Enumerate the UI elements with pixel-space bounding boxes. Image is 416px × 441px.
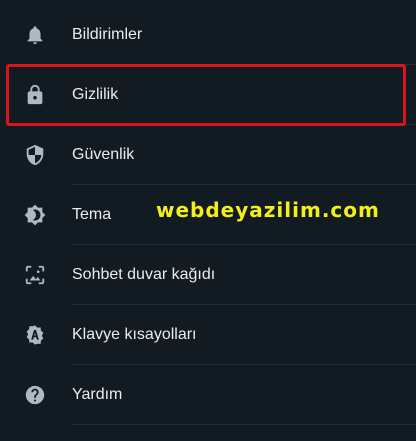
wallpaper-icon [24,264,46,286]
menu-item-label: Güvenlik [72,146,135,163]
help-icon [24,384,46,406]
menu-item-label: Sohbet duvar kağıdı [72,266,216,283]
bell-icon [24,24,46,46]
theme-icon [24,204,46,226]
highlight-box [6,64,406,126]
menu-item-label: Klavye kısayolları [72,326,197,343]
menu-item-chat-wallpaper[interactable]: Sohbet duvar kağıdı [0,245,416,305]
menu-item-label: Bildirimler [72,26,143,43]
divider [72,424,416,425]
menu-item-label: Tema [72,206,112,223]
shield-icon [24,144,46,166]
watermark: webdeyazilim.com [156,198,380,222]
menu-item-keyboard-shortcuts[interactable]: Klavye kısayolları [0,305,416,365]
menu-item-notifications[interactable]: Bildirimler [0,5,416,65]
menu-item-security[interactable]: Güvenlik [0,125,416,185]
menu-item-label: Yardım [72,386,123,403]
keyboard-shortcut-icon [24,324,46,346]
menu-item-help[interactable]: Yardım [0,365,416,425]
